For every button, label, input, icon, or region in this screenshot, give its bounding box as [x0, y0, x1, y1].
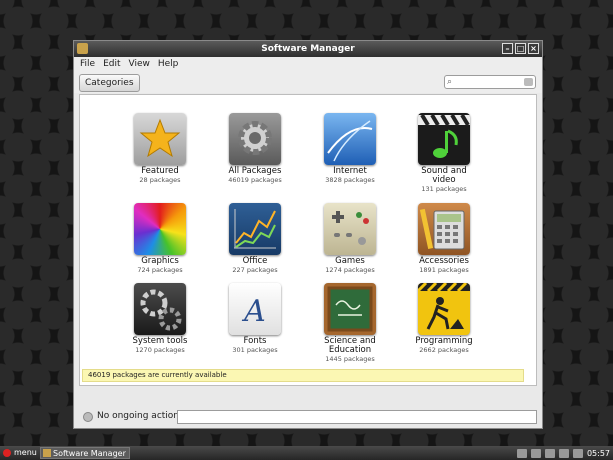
category-internet[interactable]: Internet 3828 packages — [306, 113, 394, 184]
menu-help[interactable]: Help — [158, 59, 179, 69]
category-count: 301 packages — [232, 346, 278, 354]
category-featured[interactable]: Featured 28 packages — [116, 113, 204, 184]
category-sound-and-video[interactable]: Sound and video 131 packages — [400, 113, 488, 193]
category-name: Graphics — [141, 256, 179, 266]
category-name: Fonts — [243, 336, 267, 346]
category-name: Internet — [333, 166, 367, 176]
search-input[interactable]: ⌕ — [444, 75, 536, 89]
taskbar-item-software-manager[interactable]: Software Manager — [40, 447, 130, 459]
category-count: 227 packages — [232, 266, 278, 274]
category-count: 1270 packages — [135, 346, 185, 354]
packages-available-bar: 46019 packages are currently available — [82, 369, 524, 382]
color-wheel-icon — [134, 203, 186, 255]
taskbar: menu Software Manager 05:57 — [0, 446, 613, 460]
categories-button[interactable]: Categories — [79, 74, 140, 92]
activity-icon — [83, 412, 93, 422]
category-name: Games — [335, 256, 365, 266]
minimize-button[interactable]: – — [502, 43, 513, 54]
category-games[interactable]: Games 1274 packages — [306, 203, 394, 274]
window-title: Software Manager — [261, 44, 355, 54]
workspace-icon[interactable] — [516, 448, 527, 458]
volume-icon[interactable] — [572, 448, 583, 458]
menu-file[interactable]: File — [80, 59, 95, 69]
gamepad-icon — [324, 203, 376, 255]
music-note-icon — [418, 113, 470, 165]
category-count: 2662 packages — [419, 346, 469, 354]
close-button[interactable]: × — [528, 43, 539, 54]
category-count: 724 packages — [137, 266, 183, 274]
category-count: 46019 packages — [228, 176, 282, 184]
construction-icon — [418, 283, 470, 335]
chalkboard-icon — [324, 283, 376, 335]
system-tray: 05:57 — [516, 447, 610, 459]
clear-search-icon[interactable] — [524, 78, 533, 86]
category-name: All Packages — [228, 166, 282, 176]
category-name: Sound and video — [421, 166, 467, 185]
gears-icon — [134, 283, 186, 335]
category-all-packages[interactable]: All Packages 46019 packages — [211, 113, 299, 184]
category-office[interactable]: Office 227 packages — [211, 203, 299, 274]
menu-bar: File Edit View Help — [74, 57, 542, 71]
category-programming[interactable]: Programming 2662 packages — [400, 283, 488, 354]
star-icon — [134, 113, 186, 165]
search-icon: ⌕ — [447, 77, 453, 87]
title-bar[interactable]: Software Manager – □ × — [74, 41, 542, 57]
software-manager-window: Software Manager – □ × File Edit View He… — [73, 40, 543, 429]
category-accessories[interactable]: Accessories 1891 packages — [400, 203, 488, 274]
chart-icon — [229, 203, 281, 255]
progress-bar — [177, 410, 537, 424]
category-name: Office — [242, 256, 268, 266]
mint-logo-icon — [3, 449, 11, 457]
category-count: 131 packages — [421, 185, 467, 193]
calculator-icon — [418, 203, 470, 255]
category-science-and-education[interactable]: Science and Education 1445 packages — [306, 283, 394, 363]
category-name: Featured — [141, 166, 179, 176]
globe-icon — [324, 113, 376, 165]
category-count: 28 packages — [139, 176, 181, 184]
workspace-icon[interactable] — [530, 448, 541, 458]
menu-label: menu — [14, 448, 37, 457]
category-name: Programming — [415, 336, 473, 346]
network-icon[interactable] — [558, 448, 569, 458]
category-name: System tools — [132, 336, 188, 346]
category-name: Science and Education — [324, 336, 376, 355]
category-count: 1891 packages — [419, 266, 469, 274]
maximize-button[interactable]: □ — [515, 43, 526, 54]
start-menu-button[interactable]: menu — [2, 447, 40, 459]
app-icon — [43, 449, 51, 457]
menu-edit[interactable]: Edit — [103, 59, 120, 69]
ongoing-actions-label: No ongoing actions — [97, 411, 184, 421]
svg-text:A: A — [241, 294, 266, 329]
category-graphics[interactable]: Graphics 724 packages — [116, 203, 204, 274]
category-name: Accessories — [419, 256, 469, 266]
task-label: Software Manager — [53, 449, 126, 458]
category-count: 1274 packages — [325, 266, 375, 274]
category-fonts[interactable]: A Fonts 301 packages — [211, 283, 299, 354]
app-icon — [77, 43, 88, 54]
bottom-bar: No ongoing actions — [79, 409, 537, 425]
clock[interactable]: 05:57 — [587, 449, 610, 458]
category-system-tools[interactable]: System tools 1270 packages — [116, 283, 204, 354]
category-count: 1445 packages — [325, 355, 375, 363]
menu-view[interactable]: View — [129, 59, 150, 69]
toolbar: Categories ⌕ — [74, 71, 542, 93]
gear-icon — [229, 113, 281, 165]
category-count: 3828 packages — [325, 176, 375, 184]
font-icon: A — [229, 283, 281, 335]
shield-icon[interactable] — [544, 448, 555, 458]
category-grid: Featured 28 packages All Packages 46019 … — [79, 94, 537, 386]
